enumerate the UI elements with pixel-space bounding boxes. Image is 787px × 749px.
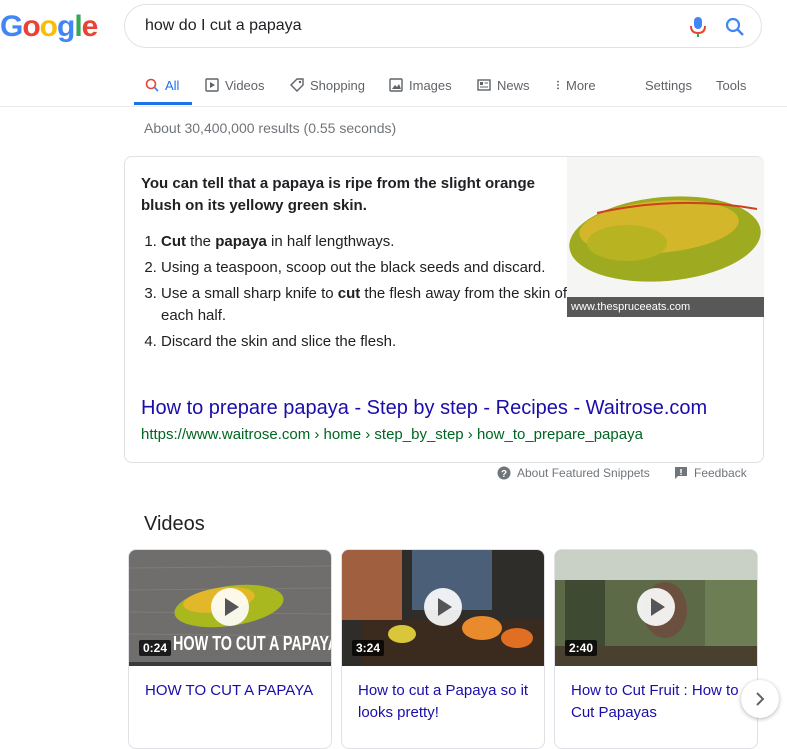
about-snippets-link[interactable]: ? About Featured Snippets	[497, 466, 650, 480]
search-box[interactable]: how do I cut a papaya	[124, 4, 762, 48]
snippet-image[interactable]: www.thespruceeats.com	[567, 157, 764, 317]
tab-images[interactable]: Images	[389, 76, 452, 94]
video-card[interactable]: 3:24 How to cut a Papaya so it looks pre…	[341, 549, 545, 749]
video-duration: 3:24	[352, 640, 385, 656]
video-title[interactable]: How to cut a Papaya so it looks pretty!	[358, 680, 534, 724]
tab-label: All	[165, 77, 180, 93]
tab-label: Images	[409, 77, 452, 93]
tab-more[interactable]: More	[556, 76, 596, 94]
play-box-icon	[205, 78, 219, 92]
video-duration: 0:24	[139, 640, 172, 656]
svg-text:?: ?	[501, 469, 507, 480]
step-text: in half lengthways.	[266, 233, 395, 250]
search-icon	[145, 78, 159, 92]
tab-tools[interactable]: Tools	[716, 76, 746, 94]
snippet-title-link[interactable]: How to prepare papaya - Step by step - R…	[141, 397, 707, 420]
about-snippets-label: About Featured Snippets	[517, 466, 650, 480]
feedback-icon	[675, 467, 687, 479]
image-caption: www.thespruceeats.com	[567, 297, 764, 317]
step-text: Use a small sharp knife to	[161, 285, 338, 302]
tab-label: More	[566, 77, 596, 93]
tab-shopping[interactable]: Shopping	[290, 76, 365, 94]
microphone-icon[interactable]	[688, 16, 708, 38]
results-stats: About 30,400,000 results (0.55 seconds)	[144, 120, 397, 136]
snippet-answer: You can tell that a papaya is ripe from …	[141, 175, 535, 214]
video-card[interactable]: 0:24 HOW TO CUT A PAPAYA HOW TO CUT A PA…	[128, 549, 332, 749]
search-input[interactable]: how do I cut a papaya	[145, 17, 302, 35]
play-icon[interactable]	[637, 588, 675, 626]
logo-letter: G	[0, 10, 23, 43]
video-overlay-text: HOW TO CUT A PAPAYA	[173, 633, 332, 655]
step-text: Discard the skin and slice the flesh.	[161, 333, 397, 350]
video-thumbnail[interactable]: 3:24	[342, 550, 544, 666]
snippet-url[interactable]: https://www.waitrose.com › home › step_b…	[141, 426, 643, 443]
logo-letter: o	[39, 10, 58, 43]
featured-snippet: You can tell that a papaya is ripe from …	[124, 156, 764, 463]
tab-label: Shopping	[310, 77, 365, 93]
tab-news[interactable]: News	[477, 76, 530, 94]
video-thumbnail[interactable]: 2:40	[555, 550, 757, 666]
list-item: Discard the skin and slice the flesh.	[161, 331, 581, 353]
tab-label: Videos	[225, 77, 265, 93]
google-logo[interactable]: Google	[0, 10, 99, 44]
papaya-image	[567, 157, 764, 317]
tab-label: News	[497, 77, 530, 93]
video-card[interactable]: 2:40 How to Cut Fruit : How to Cut Papay…	[554, 549, 758, 749]
tab-label: Tools	[716, 77, 747, 93]
step-text: Using a teaspoon, scoop out the black se…	[161, 259, 546, 276]
image-icon	[389, 78, 403, 92]
feedback-label: Feedback	[694, 466, 747, 480]
logo-letter: g	[57, 10, 75, 43]
dots-vertical-icon	[557, 80, 559, 90]
play-icon[interactable]	[211, 588, 249, 626]
logo-letter: o	[22, 10, 40, 43]
step-text: the	[186, 233, 216, 250]
list-item: Using a teaspoon, scoop out the black se…	[161, 257, 581, 279]
chevron-right-icon	[756, 692, 765, 706]
newspaper-icon	[477, 79, 491, 91]
search-icon[interactable]	[725, 17, 745, 37]
active-tab-indicator	[134, 102, 192, 105]
tab-settings[interactable]: Settings	[645, 76, 692, 94]
video-title[interactable]: How to Cut Fruit : How to Cut Papayas	[571, 680, 747, 724]
play-icon[interactable]	[424, 588, 462, 626]
step-bold: Cut	[161, 233, 186, 250]
video-title[interactable]: HOW TO CUT A PAPAYA	[145, 680, 321, 702]
snippet-steps: Cut the papaya in half lengthways. Using…	[141, 231, 581, 357]
tab-all[interactable]: All	[145, 76, 179, 94]
list-item: Cut the papaya in half lengthways.	[161, 231, 581, 253]
videos-heading: Videos	[144, 513, 205, 535]
video-duration: 2:40	[565, 640, 598, 656]
step-bold: papaya	[215, 233, 267, 250]
list-item: Use a small sharp knife to cut the flesh…	[161, 283, 581, 327]
tab-label: Settings	[645, 77, 692, 93]
video-thumbnail[interactable]: 0:24 HOW TO CUT A PAPAYA	[129, 550, 332, 666]
help-icon: ?	[497, 466, 511, 480]
search-tabs: All Videos Shopping Images News More Set…	[0, 66, 787, 107]
step-bold: cut	[337, 285, 361, 302]
logo-letter: e	[81, 10, 99, 43]
tag-icon	[290, 78, 304, 92]
next-videos-button[interactable]	[741, 680, 779, 718]
tab-videos[interactable]: Videos	[205, 76, 265, 94]
feedback-link[interactable]: Feedback	[674, 466, 747, 480]
logo-letter: l	[74, 10, 82, 43]
